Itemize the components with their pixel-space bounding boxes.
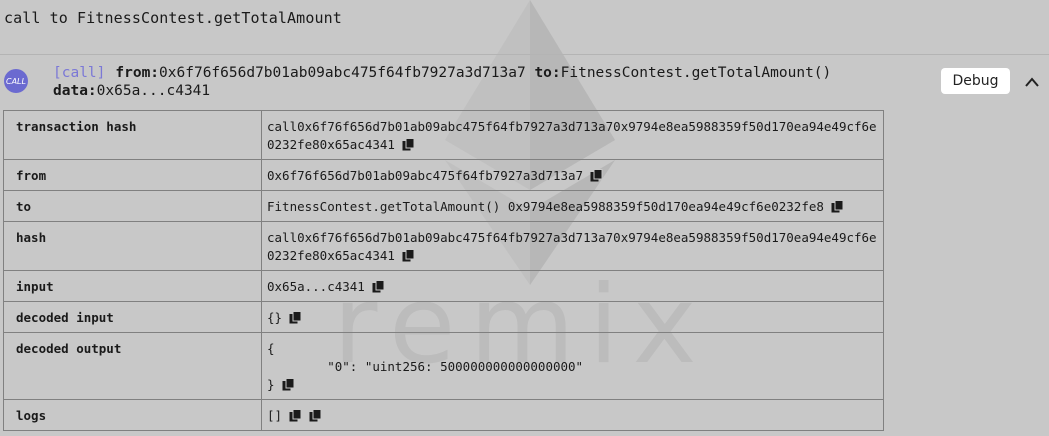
decoded-output-line: "0": "uint256: 500000000000000000" <box>267 359 584 374</box>
table-row: to FitnessContest.getTotalAmount() 0x9794… <box>3 190 884 222</box>
table-row: decoded input {} <box>3 301 884 333</box>
copy-icon[interactable] <box>402 249 415 262</box>
row-value-text: 0x65a...c4341 <box>267 279 365 294</box>
call-summary-title: call to FitnessContest.getTotalAmount <box>4 9 342 27</box>
row-value: {} <box>261 301 884 333</box>
decoded-output-line: } <box>267 376 878 394</box>
call-tag: [call] <box>53 65 106 81</box>
chevron-up-icon[interactable] <box>1024 75 1040 89</box>
copy-icon[interactable] <box>831 200 844 213</box>
from-value: 0x6f76f656d7b01ab09abc475f64fb7927a3d713… <box>159 65 526 81</box>
row-key: decoded input <box>3 301 262 333</box>
copy-icon[interactable] <box>402 138 415 151</box>
copy-icon[interactable] <box>590 169 603 182</box>
row-key: transaction hash <box>3 110 262 160</box>
call-summary[interactable]: [call] from:0x6f76f656d7b01ab09abc475f64f… <box>53 64 913 100</box>
divider <box>0 54 1049 55</box>
debug-button[interactable]: Debug <box>941 68 1010 94</box>
row-value: call0x6f76f656d7b01ab09abc475f64fb7927a3… <box>261 110 884 160</box>
table-row: input 0x65a...c4341 <box>3 270 884 302</box>
table-row: decoded output{ "0": "uint256: 500000000… <box>3 332 884 400</box>
decoded-output-line: { <box>267 341 275 356</box>
from-label: from: <box>115 65 160 81</box>
transaction-details-table: transaction hash call0x6f76f656d7b01ab09a… <box>3 110 884 431</box>
terminal-panel: remix call to FitnessContest.getTotalAmo… <box>0 0 1049 436</box>
copy-icon[interactable] <box>309 409 322 422</box>
row-value-text: call0x6f76f656d7b01ab09abc475f64fb7927a3… <box>267 119 877 152</box>
row-value-text: 0x6f76f656d7b01ab09abc475f64fb7927a3d713… <box>267 168 584 183</box>
row-value: [] <box>261 399 884 431</box>
to-value: FitnessContest.getTotalAmount() <box>560 65 832 81</box>
call-badge-icon: CALL <box>4 69 28 93</box>
data-label: data: <box>53 83 97 99</box>
row-key: from <box>3 159 262 191</box>
row-key: hash <box>3 221 262 271</box>
row-value-text: {} <box>267 310 283 325</box>
row-value-text: FitnessContest.getTotalAmount() 0x9794e8… <box>267 199 824 214</box>
row-value: { "0": "uint256: 500000000000000000"} <box>261 332 884 400</box>
copy-icon[interactable] <box>372 280 385 293</box>
call-log-entry: CALL [call] from:0x6f76f656d7b01ab09abc47… <box>0 60 1049 104</box>
copy-icon[interactable] <box>282 378 295 391</box>
to-label: to: <box>534 65 561 81</box>
copy-icon[interactable] <box>289 311 302 324</box>
row-value: call0x6f76f656d7b01ab09abc475f64fb7927a3… <box>261 221 884 271</box>
table-row: from 0x6f76f656d7b01ab09abc475f64fb7927a3… <box>3 159 884 191</box>
row-key: to <box>3 190 262 222</box>
row-value-text: call0x6f76f656d7b01ab09abc475f64fb7927a3… <box>267 230 877 263</box>
table-row: hash call0x6f76f656d7b01ab09abc475f64fb79… <box>3 221 884 271</box>
table-row: logs [] <box>3 399 884 431</box>
table-row: transaction hash call0x6f76f656d7b01ab09a… <box>3 110 884 160</box>
copy-icon[interactable] <box>289 409 302 422</box>
row-key: decoded output <box>3 332 262 400</box>
row-value: FitnessContest.getTotalAmount() 0x9794e8… <box>261 190 884 222</box>
data-value: 0x65a...c4341 <box>96 83 211 99</box>
row-key: logs <box>3 399 262 431</box>
row-value: 0x65a...c4341 <box>261 270 884 302</box>
row-value: 0x6f76f656d7b01ab09abc475f64fb7927a3d713… <box>261 159 884 191</box>
row-key: input <box>3 270 262 302</box>
row-value-text: [] <box>267 408 283 423</box>
